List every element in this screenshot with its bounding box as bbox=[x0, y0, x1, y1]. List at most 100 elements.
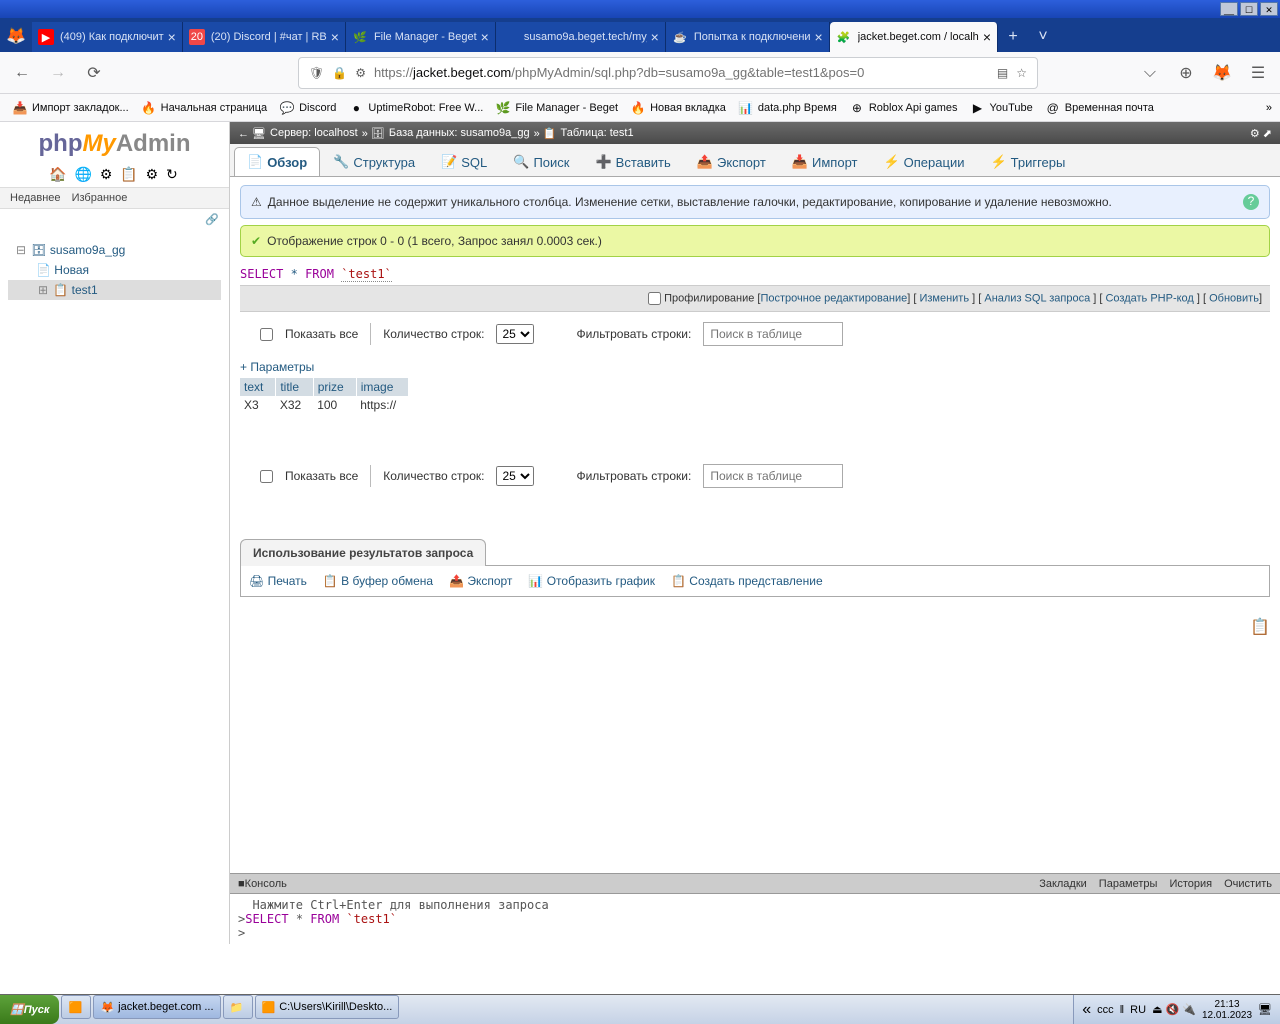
bookmark-8[interactable]: ▶YouTube bbox=[966, 98, 1037, 118]
back-button[interactable]: ← bbox=[10, 61, 34, 85]
refresh-link[interactable]: Обновить bbox=[1209, 292, 1259, 304]
tray-lang[interactable]: RU bbox=[1130, 1004, 1146, 1016]
tab-close-icon[interactable]: × bbox=[647, 29, 659, 45]
query-op-0[interactable]: 🖨 Печать bbox=[249, 574, 307, 588]
pma-tab-экспорт[interactable]: 📤Экспорт bbox=[684, 147, 779, 176]
query-op-2[interactable]: 📤 Экспорт bbox=[449, 574, 512, 588]
window-minimize[interactable]: __ bbox=[1220, 2, 1238, 16]
favorite-tab[interactable]: Избранное bbox=[68, 190, 132, 206]
col-image[interactable]: image bbox=[356, 378, 408, 396]
show-all-bottom-checkbox[interactable] bbox=[260, 470, 273, 483]
console-link-0[interactable]: Закладки bbox=[1039, 878, 1087, 890]
bookmark-3[interactable]: ●UptimeRobot: Free W... bbox=[344, 98, 487, 118]
options-toggle[interactable]: + Параметры bbox=[240, 356, 1270, 378]
show-desktop[interactable]: 🖥 bbox=[1258, 1003, 1272, 1016]
query-op-1[interactable]: 📋 В буфер обмена bbox=[323, 574, 433, 588]
help-icon[interactable]: ? bbox=[1243, 194, 1259, 210]
col-prize[interactable]: prize bbox=[313, 378, 356, 396]
query-op-4[interactable]: 📋 Создать представление bbox=[671, 574, 823, 588]
app-menu-icon[interactable]: ☰ bbox=[1246, 61, 1270, 85]
bookmark-6[interactable]: 📊data.php Время bbox=[734, 98, 841, 118]
filter-top-input[interactable] bbox=[703, 322, 843, 346]
crumb-server[interactable]: Сервер: localhost bbox=[270, 127, 358, 139]
browser-tab-0[interactable]: ▶(409) Как подключит× bbox=[32, 22, 183, 52]
tab-dropdown-icon[interactable]: ˅ bbox=[1028, 22, 1058, 52]
bookmark-star-icon[interactable]: ☆ bbox=[1016, 66, 1027, 80]
reload-button[interactable]: ⟳ bbox=[82, 61, 106, 85]
inline-edit-link[interactable]: Построчное редактирование bbox=[761, 292, 908, 304]
tray-icons[interactable]: ⏏ 🔇 🔌 bbox=[1152, 1003, 1196, 1016]
tree-table-test1[interactable]: ⊞ 📋 test1 bbox=[8, 280, 221, 300]
window-close[interactable]: ✕ bbox=[1260, 2, 1278, 16]
show-all-top-checkbox[interactable] bbox=[260, 328, 273, 341]
row-count-bottom-select[interactable]: 25 bbox=[496, 466, 534, 486]
bookmark-label: YouTube bbox=[990, 102, 1033, 114]
tray-clock[interactable]: 21:1312.01.2023 bbox=[1202, 999, 1252, 1021]
taskbar-item-1[interactable]: 🦊jacket.beget.com ... bbox=[93, 995, 220, 1019]
tab-close-icon[interactable]: × bbox=[979, 29, 991, 45]
pma-tab-операции[interactable]: ⚡Операции bbox=[870, 147, 977, 176]
filter-bottom-input[interactable] bbox=[703, 464, 843, 488]
reader-icon[interactable]: ▤ bbox=[997, 66, 1008, 80]
taskbar-item-0[interactable]: 🟧 bbox=[61, 995, 91, 1019]
tree-new-table[interactable]: 📄 Новая bbox=[8, 260, 221, 280]
console-body[interactable]: Нажмите Ctrl+Enter для выполнения запрос… bbox=[230, 893, 1280, 944]
link-icon[interactable]: 🔗 bbox=[0, 209, 229, 230]
new-tab-button[interactable]: + bbox=[998, 22, 1028, 52]
pma-tab-sql[interactable]: 📝SQL bbox=[428, 147, 500, 176]
tab-close-icon[interactable]: × bbox=[164, 29, 176, 45]
pma-tab-вставить[interactable]: ➕Вставить bbox=[582, 147, 683, 176]
col-title[interactable]: title bbox=[276, 378, 313, 396]
console-link-3[interactable]: Очистить bbox=[1224, 878, 1272, 890]
pma-tab-структура[interactable]: 🔧Структура bbox=[320, 147, 428, 176]
tab-close-icon[interactable]: × bbox=[477, 29, 489, 45]
forward-button[interactable]: → bbox=[46, 61, 70, 85]
start-button[interactable]: 🪟 Пуск bbox=[0, 995, 59, 1024]
row-count-top-select[interactable]: 25 bbox=[496, 324, 534, 344]
browser-tab-5[interactable]: 🧩jacket.beget.com / localh× bbox=[830, 22, 998, 52]
col-text[interactable]: text bbox=[240, 378, 276, 396]
browser-tab-2[interactable]: 🌿File Manager - Beget× bbox=[346, 22, 496, 52]
console-link-1[interactable]: Параметры bbox=[1099, 878, 1158, 890]
pocket-icon[interactable]: ⌵ bbox=[1138, 61, 1162, 85]
edit-link[interactable]: Изменить bbox=[919, 292, 969, 304]
tree-db[interactable]: ⊟ 🗄 susamo9a_gg bbox=[8, 240, 221, 260]
console-link-2[interactable]: История bbox=[1169, 878, 1212, 890]
pma-tab-триггеры[interactable]: ⚡Триггеры bbox=[977, 147, 1078, 176]
pma-tab-поиск[interactable]: 🔍Поиск bbox=[500, 147, 582, 176]
bookmark-1[interactable]: 🔥Начальная страница bbox=[137, 98, 271, 118]
fox-icon[interactable]: 🦊 bbox=[1210, 61, 1234, 85]
console-title[interactable]: Консоль bbox=[245, 878, 287, 890]
bookmark-4[interactable]: 🌿File Manager - Beget bbox=[491, 98, 622, 118]
tab-close-icon[interactable]: × bbox=[327, 29, 339, 45]
browser-tab-1[interactable]: 20(20) Discord | #чат | RB× bbox=[183, 22, 346, 52]
url-bar[interactable]: 🛡 🔒 ⚙ https://jacket.beget.com/phpMyAdmi… bbox=[298, 57, 1038, 89]
tab-close-icon[interactable]: × bbox=[811, 29, 823, 45]
tray-chevron[interactable]: « bbox=[1082, 1001, 1091, 1019]
taskbar-item-2[interactable]: 📁 bbox=[223, 995, 253, 1019]
tab-label: File Manager - Beget bbox=[374, 31, 477, 43]
explain-link[interactable]: Анализ SQL запроса bbox=[984, 292, 1090, 304]
crumb-db[interactable]: База данных: susamo9a_gg bbox=[389, 127, 530, 139]
window-maximize[interactable]: ☐ bbox=[1240, 2, 1258, 16]
bookmark-7[interactable]: ⊕Roblox Api games bbox=[845, 98, 962, 118]
browser-tab-4[interactable]: ☕Попытка к подключени× bbox=[666, 22, 830, 52]
profile-checkbox[interactable] bbox=[648, 292, 661, 305]
taskbar-item-3[interactable]: 🟧C:\Users\Kirill\Deskto... bbox=[255, 995, 400, 1019]
pma-tab-импорт[interactable]: 📥Импорт bbox=[779, 147, 871, 176]
bookmark-overflow[interactable]: » bbox=[1266, 102, 1272, 114]
extension-icon[interactable]: ⊕ bbox=[1174, 61, 1198, 85]
pma-tab-обзор[interactable]: 📄Обзор bbox=[234, 147, 320, 176]
browser-tab-3[interactable]: susamo9a.beget.tech/my_ql× bbox=[496, 22, 666, 52]
query-op-3[interactable]: 📊 Отобразить график bbox=[528, 574, 655, 588]
php-code-link[interactable]: Создать PHP-код bbox=[1105, 292, 1193, 304]
bookmark-5[interactable]: 🔥Новая вкладка bbox=[626, 98, 730, 118]
tab-icon: 📤 bbox=[697, 154, 713, 170]
pma-quick-icons[interactable]: 🏠 🌐 ⚙ 📋 ⚙ ↻ bbox=[0, 162, 229, 187]
bookmark-9[interactable]: @Временная почта bbox=[1041, 98, 1158, 118]
crumb-table[interactable]: Таблица: test1 bbox=[560, 127, 633, 139]
recent-tab[interactable]: Недавнее bbox=[6, 190, 65, 206]
bookmark-0[interactable]: 📥Импорт закладок... bbox=[8, 98, 133, 118]
bookmark-2[interactable]: 💬Discord bbox=[275, 98, 340, 118]
check-icon: ✔ bbox=[251, 234, 261, 248]
